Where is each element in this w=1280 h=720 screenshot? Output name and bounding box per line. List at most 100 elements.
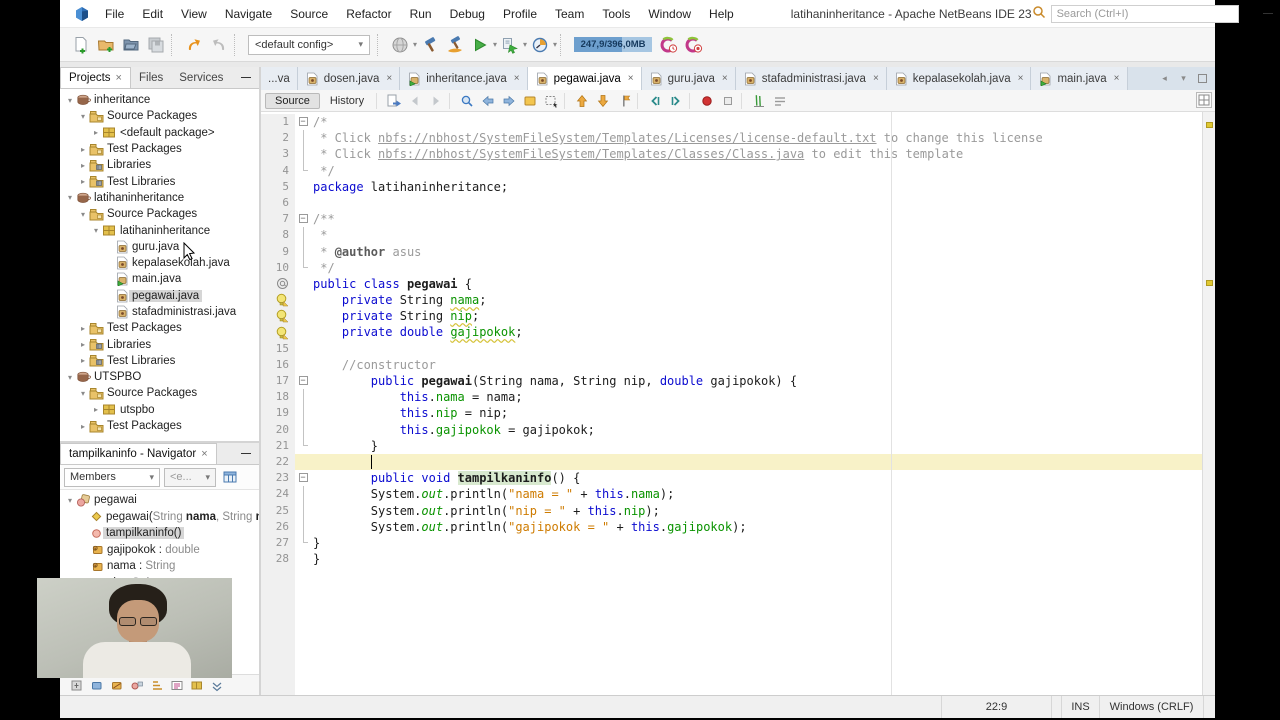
close-icon[interactable]: × — [873, 73, 879, 84]
menu-tools[interactable]: Tools — [593, 7, 639, 21]
warning-mark[interactable] — [1206, 122, 1213, 128]
tree-item-latihaninheritance[interactable]: ▾ latihaninheritance — [60, 190, 259, 206]
maximize-editor-icon[interactable] — [1194, 70, 1211, 87]
search-input[interactable] — [1050, 4, 1239, 23]
expand-icon[interactable]: ▸ — [90, 405, 102, 414]
filter-static-button[interactable] — [110, 679, 124, 692]
navigator-member[interactable]: pegawai(String nama, String nip, — [60, 509, 259, 526]
menu-window[interactable]: Window — [639, 7, 700, 21]
code-line-13[interactable]: private String nip; — [261, 308, 1202, 325]
navigator-member[interactable]: tampilkaninfo() — [60, 525, 259, 542]
filter-fqn-button[interactable] — [190, 679, 204, 692]
tree-item-test-packages[interactable]: ▸ Test Packages — [60, 141, 259, 157]
panel-tab-services[interactable]: Services — [171, 67, 231, 88]
tree-item-libraries[interactable]: ▸ Libraries — [60, 336, 259, 352]
debug-button[interactable] — [497, 32, 522, 58]
expand-icon[interactable]: ▸ — [77, 422, 89, 431]
save-all-button[interactable] — [143, 32, 168, 58]
comment-button[interactable] — [749, 92, 769, 110]
code-line-26[interactable]: 26 System.out.println("gajipokok = " + t… — [261, 518, 1202, 535]
navigator-member[interactable]: ▾ pegawai — [60, 492, 259, 509]
code-line-11[interactable]: public class pegawai { — [261, 275, 1202, 293]
code-line-28[interactable]: 28} — [261, 551, 1202, 568]
tree-item-test-packages[interactable]: ▸ Test Packages — [60, 320, 259, 336]
filter-expand-button[interactable] — [210, 679, 224, 692]
tree-item-source-packages[interactable]: ▾ Source Packages — [60, 385, 259, 401]
fold-marker[interactable]: − — [295, 114, 311, 130]
open-project-button[interactable] — [118, 32, 143, 58]
insert-mode[interactable]: INS — [1061, 696, 1099, 718]
tree-item-kepalasekolah-java[interactable]: kepalasekolah.java — [60, 255, 259, 271]
code-line-27[interactable]: 27} — [261, 534, 1202, 552]
next-bookmark-button[interactable] — [593, 92, 613, 110]
expand-icon[interactable]: ▸ — [77, 340, 89, 349]
collapse-icon[interactable]: ▾ — [77, 112, 89, 121]
code-line-22[interactable]: 22 — [261, 453, 1202, 471]
code-line-4[interactable]: 4 */ — [261, 162, 1202, 179]
code-line-18[interactable]: 18 this.nama = nama; — [261, 389, 1202, 406]
code-line-24[interactable]: 24 System.out.println("nama = " + this.n… — [261, 486, 1202, 503]
build-button[interactable] — [417, 32, 442, 58]
editor-tab-pegawai-java[interactable]: pegawai.java × — [527, 67, 642, 90]
minimize-panel-icon[interactable] — [233, 443, 259, 464]
code-line-14[interactable]: private double gajipokok; — [261, 324, 1202, 341]
panel-tab-projects[interactable]: Projects × — [60, 67, 131, 88]
code-editor[interactable]: 1−/* 2 * Click nbfs://nbhost/SystemFileSy… — [261, 112, 1215, 695]
shift-right-button[interactable] — [666, 92, 686, 110]
clean-build-button[interactable] — [442, 32, 467, 58]
expand-icon[interactable]: ▸ — [77, 324, 89, 333]
tree-item-utspbo[interactable]: ▸ utspbo — [60, 402, 259, 418]
editor-tab-kepalasekolah-java[interactable]: kepalasekolah.java × — [886, 67, 1032, 90]
prev-occurrence-button[interactable] — [478, 92, 498, 110]
warning-gutter-icon[interactable] — [261, 308, 295, 325]
menu-navigate[interactable]: Navigate — [216, 7, 281, 21]
last-edit-button[interactable] — [384, 92, 404, 110]
tree-item-pegawai-java[interactable]: pegawai.java — [60, 288, 259, 304]
close-icon[interactable]: × — [722, 73, 728, 84]
expand-icon[interactable]: ▸ — [77, 177, 89, 186]
code-line-3[interactable]: 3 * Click nbfs://nbhost/SystemFileSystem… — [261, 146, 1202, 163]
menu-debug[interactable]: Debug — [441, 7, 494, 21]
editor-tab--va[interactable]: ...va — [261, 67, 298, 90]
error-stripe[interactable] — [1202, 112, 1215, 695]
editor-tab-stafadministrasi-java[interactable]: stafadministrasi.java × — [735, 67, 887, 90]
expand-icon[interactable]: ▸ — [77, 356, 89, 365]
tree-item-test-libraries[interactable]: ▸ Test Libraries — [60, 353, 259, 369]
new-file-button[interactable] — [68, 32, 93, 58]
expand-icon[interactable]: ▸ — [77, 145, 89, 154]
menu-view[interactable]: View — [172, 7, 216, 21]
toggle-highlight-button[interactable] — [520, 92, 540, 110]
close-icon[interactable]: × — [201, 448, 207, 460]
members-combobox[interactable]: Members ▾ — [64, 467, 160, 487]
menu-file[interactable]: File — [96, 7, 133, 21]
code-line-2[interactable]: 2 * Click nbfs://nbhost/SystemFileSystem… — [261, 130, 1202, 147]
memory-indicator[interactable]: 247,9/396,0MB — [574, 37, 653, 52]
tree-item-guru-java[interactable]: guru.java — [60, 239, 259, 255]
tree-item-utspbo[interactable]: ▾ UTSPBO — [60, 369, 259, 385]
record-macro-button[interactable] — [697, 92, 717, 110]
editor-tab-guru-java[interactable]: guru.java × — [641, 67, 736, 90]
collapse-icon[interactable]: ▾ — [77, 389, 89, 398]
navigator-member[interactable]: gajipokok : double — [60, 542, 259, 559]
code-line-10[interactable]: 10 */ — [261, 259, 1202, 276]
forward-button[interactable] — [426, 92, 446, 110]
code-line-17[interactable]: 17− public pegawai(String nama, String n… — [261, 373, 1202, 390]
tree-item-test-packages[interactable]: ▸ Test Packages — [60, 418, 259, 434]
tree-item-main-java[interactable]: main.java — [60, 271, 259, 287]
web-button[interactable] — [387, 32, 412, 58]
filter-non-public-button[interactable] — [130, 679, 144, 692]
menu-run[interactable]: Run — [401, 7, 441, 21]
warning-gutter-icon[interactable] — [261, 292, 295, 309]
collapse-icon[interactable]: ▾ — [64, 96, 76, 105]
code-line-12[interactable]: private String nama; — [261, 292, 1202, 309]
expand-icon[interactable]: ▸ — [90, 128, 102, 137]
minimize-panel-icon[interactable] — [233, 67, 259, 88]
collapse-icon[interactable]: ▾ — [90, 226, 102, 235]
annotation-gutter-icon[interactable] — [261, 275, 295, 293]
tree-item-source-packages[interactable]: ▾ Source Packages — [60, 206, 259, 222]
tree-item-latihaninheritance[interactable]: ▾ latihaninheritance — [60, 222, 259, 238]
code-line-6[interactable]: 6 — [261, 194, 1202, 212]
navigator-member[interactable]: nama : String — [60, 558, 259, 575]
uncomment-button[interactable] — [770, 92, 790, 110]
code-line-8[interactable]: 8 * — [261, 227, 1202, 244]
